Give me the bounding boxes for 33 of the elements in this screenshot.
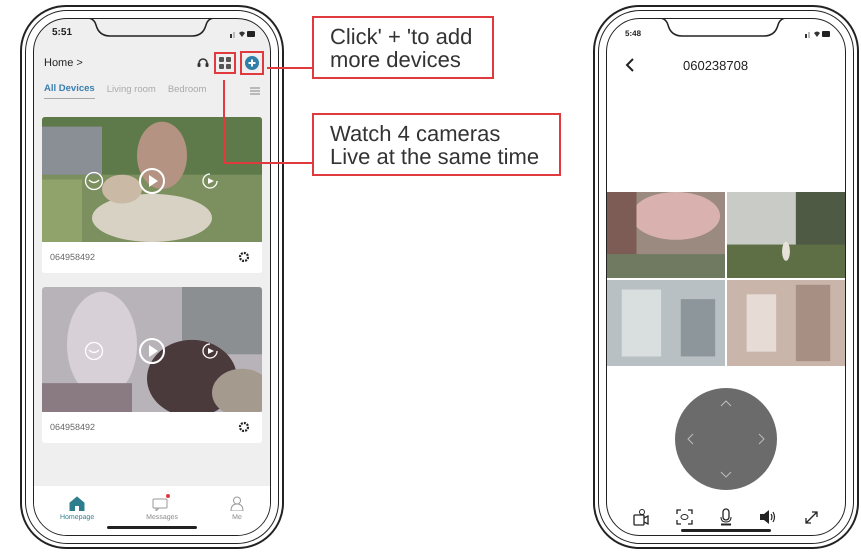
mask-circle-icon[interactable] bbox=[84, 171, 104, 191]
replay-icon[interactable] bbox=[200, 171, 220, 191]
video-camera-icon[interactable] bbox=[632, 508, 649, 526]
settings-icon[interactable] bbox=[238, 251, 250, 263]
add-device-button[interactable] bbox=[240, 51, 264, 75]
leader-line bbox=[267, 67, 313, 69]
room-tab[interactable]: All Devices bbox=[44, 83, 95, 99]
callout-text: Watch 4 cameras Live at the same time bbox=[312, 113, 562, 176]
room-tab[interactable]: Living room bbox=[106, 84, 156, 98]
screenshot-icon[interactable] bbox=[676, 509, 693, 525]
status-time: 5:51 bbox=[52, 27, 72, 38]
status-icons bbox=[230, 29, 256, 38]
replay-icon[interactable] bbox=[200, 341, 220, 361]
plus-icon bbox=[245, 56, 259, 70]
device-id: 064958492 bbox=[50, 252, 96, 262]
grid-view-button[interactable] bbox=[214, 52, 236, 74]
camera-title: 060238708 bbox=[683, 58, 748, 72]
play-icon[interactable] bbox=[138, 337, 166, 365]
speaker-icon[interactable] bbox=[759, 509, 778, 525]
back-icon[interactable] bbox=[625, 57, 635, 73]
grid-icon bbox=[219, 57, 231, 69]
fullscreen-icon[interactable] bbox=[804, 510, 820, 524]
device-id: 064958492 bbox=[50, 422, 96, 432]
headset-icon[interactable] bbox=[196, 56, 210, 70]
callout-text: Click' + 'to add more devices bbox=[312, 16, 494, 80]
status-time: 5:48 bbox=[625, 29, 642, 38]
home-title[interactable]: Home > bbox=[44, 57, 83, 69]
room-tab[interactable]: Bedroom bbox=[168, 84, 206, 98]
home-icon bbox=[69, 496, 86, 511]
settings-icon[interactable] bbox=[238, 421, 250, 433]
person-icon bbox=[230, 496, 244, 511]
status-icons bbox=[804, 29, 831, 38]
microphone-icon[interactable] bbox=[720, 508, 732, 526]
